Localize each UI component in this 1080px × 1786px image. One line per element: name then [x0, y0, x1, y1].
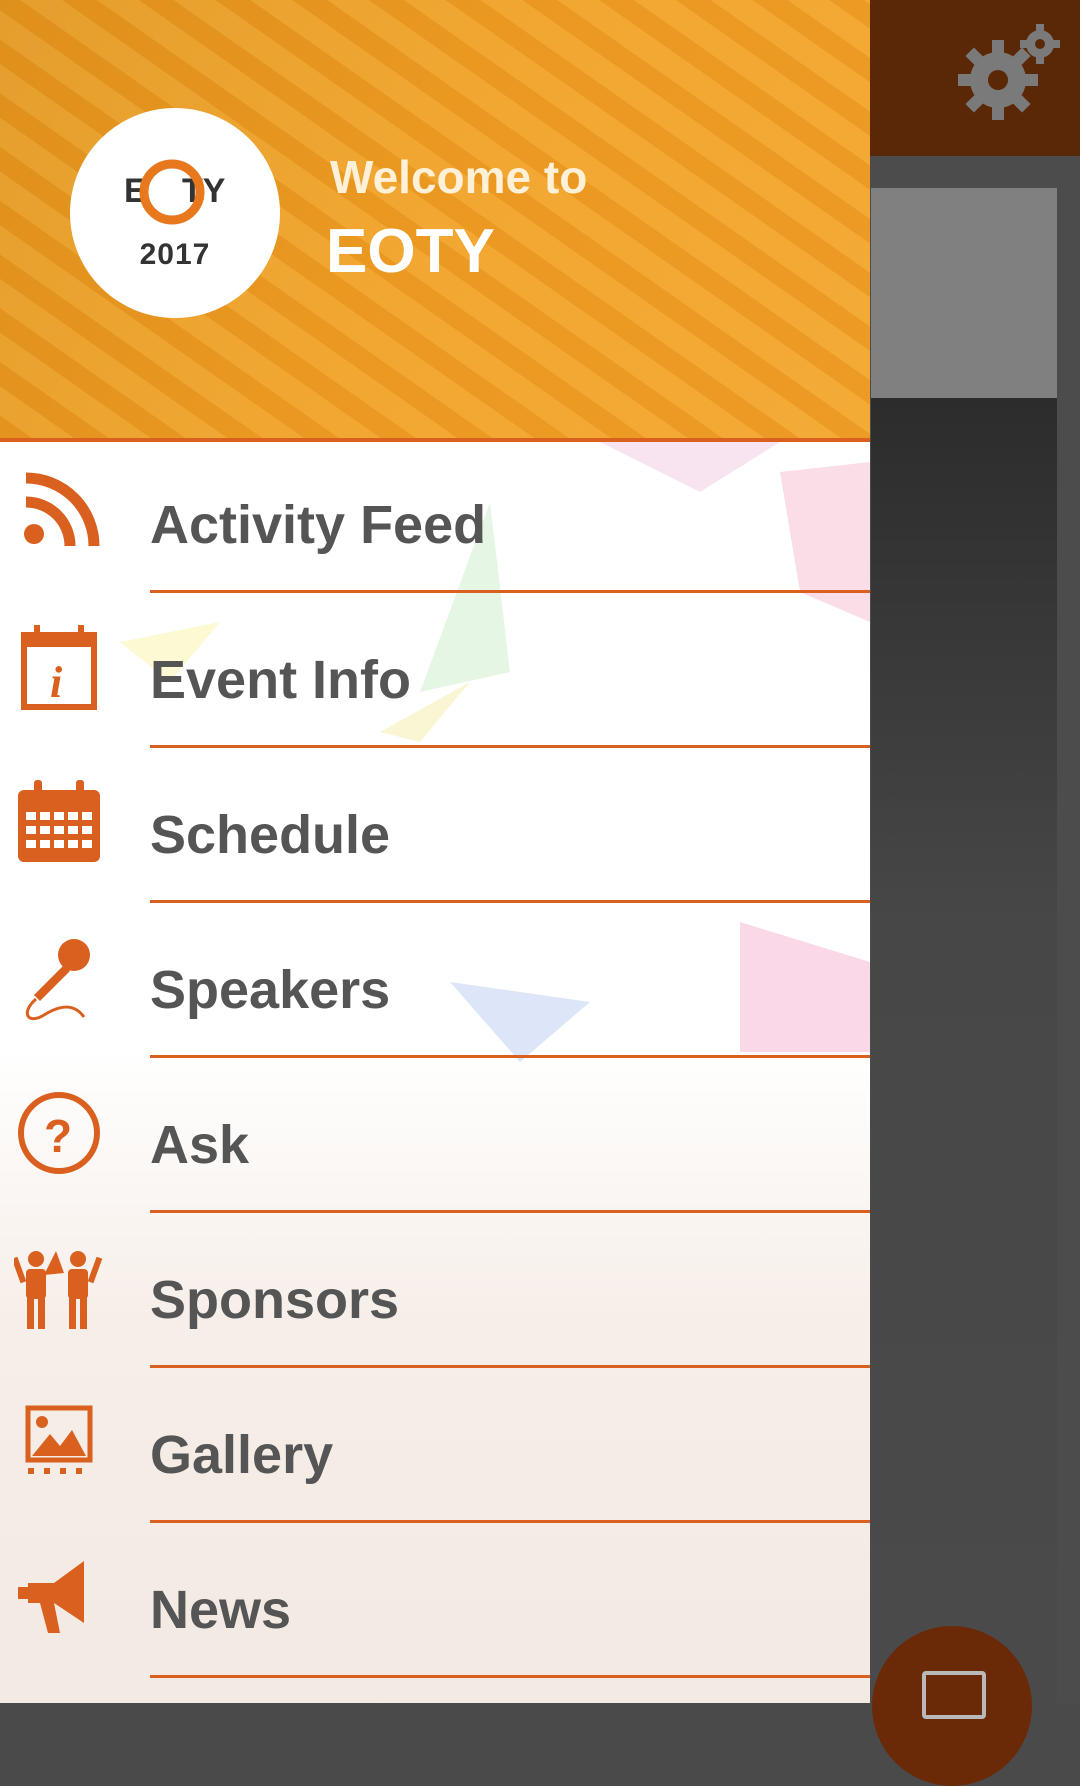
welcome-text: Welcome to [330, 151, 588, 203]
menu-item-news[interactable]: News [0, 1527, 870, 1682]
menu-item-ask[interactable]: ? Ask [0, 1062, 870, 1217]
menu-item-label: Event Info [150, 650, 412, 710]
drawer-menu: Activity Feed i Event Info Schedule Spea… [0, 442, 870, 1703]
event-info-icon: i [21, 625, 97, 710]
background-card [871, 188, 1057, 398]
menu-item-gallery[interactable]: Gallery [0, 1372, 870, 1527]
people-icon [14, 1251, 103, 1329]
logo-year: 2017 [139, 238, 211, 271]
menu-item-schedule[interactable]: Schedule [0, 752, 870, 907]
menu-item-speakers[interactable]: Speakers [0, 907, 870, 1062]
background-content [871, 398, 1057, 1703]
menu-divider [150, 1520, 870, 1523]
menu-item-label: Schedule [150, 805, 391, 865]
menu-item-activity-feed[interactable]: Activity Feed [0, 442, 870, 597]
menu-divider [150, 1365, 870, 1368]
navigation-drawer: E TY 2017 Welcome to EOTY Activity Feed … [0, 0, 870, 1703]
menu-item-label: Activity Feed [150, 495, 487, 555]
gallery-icon [25, 1405, 93, 1474]
menu-item-label: Gallery [150, 1425, 334, 1485]
megaphone-icon [18, 1561, 84, 1633]
rss-icon [24, 472, 100, 547]
menu-item-event-info[interactable]: i Event Info [0, 597, 870, 752]
menu-item-label: Speakers [150, 960, 391, 1020]
app-name: EOTY [326, 217, 495, 286]
menu-divider [150, 1055, 870, 1058]
menu-divider [150, 1675, 870, 1678]
menu-divider [150, 745, 870, 748]
drawer-header: E TY 2017 Welcome to EOTY [0, 0, 870, 440]
menu-item-sponsors[interactable]: Sponsors [0, 1217, 870, 1372]
calendar-icon [18, 780, 100, 862]
menu-item-label: Sponsors [150, 1270, 400, 1330]
question-icon: ? [18, 1092, 100, 1174]
svg-text:?: ? [44, 1110, 72, 1162]
settings-gears-icon[interactable] [950, 18, 1070, 138]
menu-item-label: News [150, 1580, 292, 1640]
microphone-icon [25, 939, 90, 1021]
event-logo: E TY 2017 [70, 108, 280, 318]
svg-text:i: i [50, 658, 63, 707]
menu-divider [150, 1210, 870, 1213]
compose-icon [922, 1671, 986, 1719]
compose-fab-button[interactable] [872, 1626, 1032, 1786]
menu-divider [150, 590, 870, 593]
menu-divider [150, 900, 870, 903]
menu-item-label: Ask [150, 1115, 250, 1175]
